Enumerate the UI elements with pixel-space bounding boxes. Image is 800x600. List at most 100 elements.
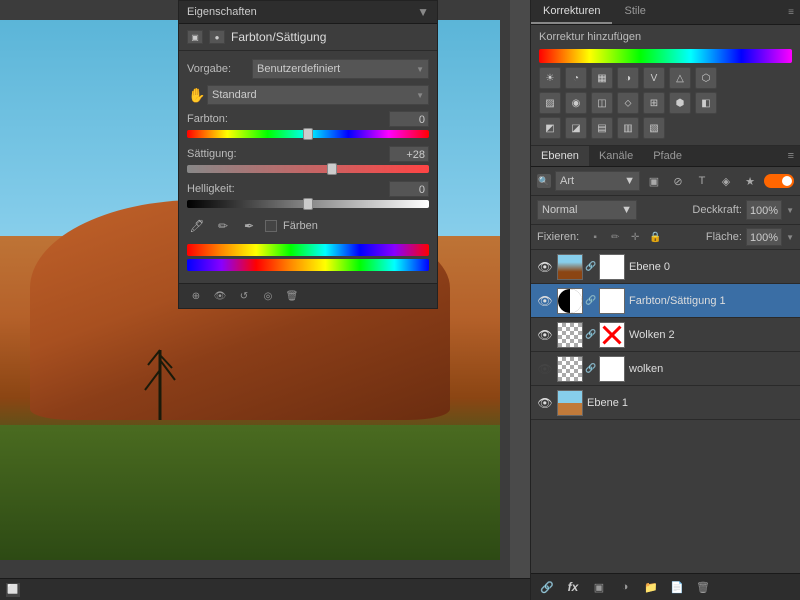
korr-icon-shadow[interactable]: ◪: [565, 117, 587, 139]
panel-bottom-toolbar: ⊕ 👁 ↺ ◎ 🗑: [179, 283, 437, 308]
layer-eye-farbton[interactable]: 👁: [537, 293, 553, 309]
layer-chain-wolken: 🔗: [587, 361, 595, 377]
saturation-value[interactable]: +28: [389, 146, 429, 162]
layer-eye-wolken[interactable]: 👁: [537, 361, 553, 377]
filter-icon-btn2[interactable]: ⊘: [668, 171, 688, 191]
lock-icon-checkerboard[interactable]: ▪: [587, 229, 603, 245]
layer-mask-wolken: [599, 356, 625, 382]
channel-dropdown[interactable]: Standard ▼: [207, 85, 429, 105]
tab-kanaele[interactable]: Kanäle: [589, 146, 643, 166]
layer-item-ebene1[interactable]: 👁 Ebene 1: [531, 386, 800, 420]
delete-layer-icon[interactable]: 🗑: [693, 578, 713, 596]
filter-icon-btn4[interactable]: ◈: [716, 171, 736, 191]
layer-item-ebene0[interactable]: 👁 🔗 Ebene 0: [531, 250, 800, 284]
layer-item-wolken2[interactable]: 👁 🔗 Wolken 2: [531, 318, 800, 352]
korr-icon-levels[interactable]: ▦: [591, 67, 613, 89]
filter-toggle[interactable]: [764, 174, 794, 188]
hue-section: Farbton: 0: [187, 111, 429, 138]
filter-icon-btn3[interactable]: T: [692, 171, 712, 191]
tab-korrekturen[interactable]: Korrekturen: [531, 0, 612, 24]
colorize-checkbox[interactable]: [265, 220, 277, 232]
panel-visibility-icon[interactable]: ◎: [259, 288, 277, 304]
layer-eye-ebene0[interactable]: 👁: [537, 259, 553, 275]
korr-subtitle: Korrektur hinzufügen: [539, 31, 792, 43]
korr-icon-huesat[interactable]: △: [669, 67, 691, 89]
korr-icon-vibrance[interactable]: V: [643, 67, 665, 89]
layer-item-wolken[interactable]: 👁 🔗 wolken: [531, 352, 800, 386]
preset-dropdown[interactable]: Benutzerdefiniert ▼: [252, 59, 429, 79]
colorize-row: 🖊 ✏ ✒ Färben: [187, 216, 429, 236]
hue-sat-icon-left[interactable]: ▣: [187, 30, 203, 44]
channel-value: Standard: [212, 89, 257, 101]
korr-icon-threshold[interactable]: ⬢: [669, 92, 691, 114]
korr-icon-channel[interactable]: ◫: [591, 92, 613, 114]
properties-close-button[interactable]: ▼: [417, 5, 429, 19]
minus-eyedropper-icon[interactable]: ✒: [239, 216, 259, 236]
tab-pfade[interactable]: Pfade: [643, 146, 692, 166]
layer-name-ebene0: Ebene 0: [629, 261, 794, 273]
filter-icon-btn5[interactable]: ★: [740, 171, 760, 191]
tab-ebenen[interactable]: Ebenen: [531, 146, 589, 166]
fx-button[interactable]: fx: [563, 578, 583, 596]
plus-eyedropper-icon[interactable]: ✏: [213, 216, 233, 236]
new-adjustment-icon[interactable]: ◑: [615, 578, 635, 596]
korr-icon-colorbal[interactable]: ⬡: [695, 67, 717, 89]
panel-delete-icon[interactable]: 🗑: [283, 288, 301, 304]
korr-icon-curves[interactable]: ◔: [565, 67, 587, 89]
lock-icon-all[interactable]: 🔒: [647, 229, 663, 245]
color-bars: [187, 244, 429, 271]
korr-icon-brightness[interactable]: ☀: [539, 67, 561, 89]
layer-item-farbton[interactable]: 👁 🔗 Farbton/Sättigung 1: [531, 284, 800, 318]
link-icon[interactable]: 🔗: [537, 578, 557, 596]
preset-dropdown-arrow: ▼: [416, 65, 424, 74]
ebenen-panel-menu[interactable]: ≡: [782, 146, 800, 166]
lock-icon-brush[interactable]: ✏: [607, 229, 623, 245]
korr-icon-selective[interactable]: ◩: [539, 117, 561, 139]
korr-icon-posterize[interactable]: ⊞: [643, 92, 665, 114]
opacity-label: Deckkraft:: [692, 204, 742, 216]
lightness-value[interactable]: 0: [389, 181, 429, 197]
panel-eye-icon[interactable]: 👁: [211, 288, 229, 304]
hand-icon[interactable]: ✋: [187, 85, 207, 105]
hue-slider-thumb[interactable]: [303, 128, 313, 140]
layer-eye-wolken2[interactable]: 👁: [537, 327, 553, 343]
tab-stile[interactable]: Stile: [612, 0, 657, 24]
korr-icons-grid: ☀ ◔ ▦ ◑ V △ ⬡ ▨ ◉ ◫ ⬦ ⊞ ⬢ ◧ ◩ ◪ ▤ ▥: [539, 67, 792, 139]
lightness-slider-thumb[interactable]: [303, 198, 313, 210]
korr-icon-invert[interactable]: ⬦: [617, 92, 639, 114]
korr-icon-blackwhite[interactable]: ▨: [539, 92, 561, 114]
lock-icon-move[interactable]: ✛: [627, 229, 643, 245]
hue-sat-title: Farbton/Sättigung: [231, 30, 326, 44]
filter-icon-btn1[interactable]: ▣: [644, 171, 664, 191]
korr-icon-extra1[interactable]: ▥: [617, 117, 639, 139]
layer-filter-dropdown[interactable]: Art ▼: [555, 171, 640, 191]
bottom-status-icon[interactable]: ⬜: [6, 583, 20, 597]
opacity-arrow[interactable]: ▼: [786, 206, 794, 215]
saturation-slider-thumb[interactable]: [327, 163, 337, 175]
korrekturen-panel-menu[interactable]: ≡: [782, 3, 800, 22]
new-group-icon[interactable]: 📁: [641, 578, 661, 596]
opacity-value[interactable]: 100%: [746, 200, 782, 220]
new-layer-icon[interactable]: 📄: [667, 578, 687, 596]
layer-name-farbton: Farbton/Sättigung 1: [629, 295, 794, 307]
flaeche-value[interactable]: 100%: [746, 228, 782, 246]
korr-icon-photo[interactable]: ◉: [565, 92, 587, 114]
eyedropper-icon[interactable]: 🖊: [187, 216, 207, 236]
panel-refresh-icon[interactable]: ↺: [235, 288, 253, 304]
blend-mode-dropdown[interactable]: Normal ▼: [537, 200, 637, 220]
flaeche-arrow[interactable]: ▼: [786, 233, 794, 242]
hue-sat-icon-circle[interactable]: ●: [209, 30, 225, 44]
panel-clip-icon[interactable]: ⊕: [187, 288, 205, 304]
layer-eye-ebene1[interactable]: 👁: [537, 395, 553, 411]
layer-mask-wolken2: [599, 322, 625, 348]
hue-slider-track[interactable]: [187, 130, 429, 138]
korr-icon-extra2[interactable]: ▧: [643, 117, 665, 139]
hue-value[interactable]: 0: [389, 111, 429, 127]
lightness-slider-track[interactable]: [187, 200, 429, 208]
preset-row: Vorgabe: Benutzerdefiniert ▼: [187, 59, 429, 79]
korr-icon-hdr[interactable]: ▤: [591, 117, 613, 139]
korr-icon-gradient2[interactable]: ◧: [695, 92, 717, 114]
saturation-slider-track[interactable]: [187, 165, 429, 173]
korr-icon-exposure[interactable]: ◑: [617, 67, 639, 89]
add-mask-icon[interactable]: ▣: [589, 578, 609, 596]
